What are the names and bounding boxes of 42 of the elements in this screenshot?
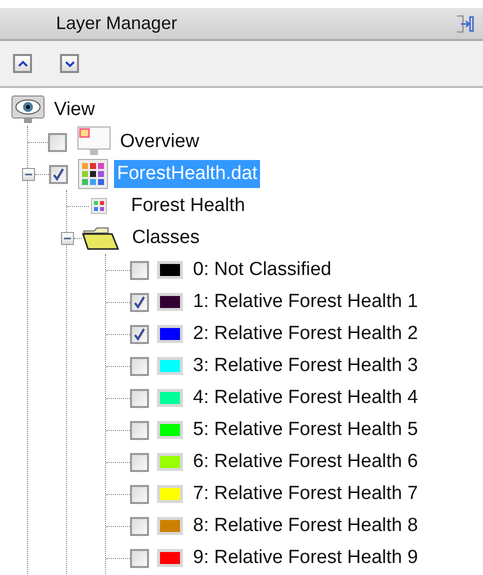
checkbox[interactable]	[48, 132, 67, 152]
collapse-icon[interactable]	[61, 232, 74, 244]
caret-up-icon	[18, 60, 28, 68]
check-icon	[52, 168, 65, 180]
layer-label[interactable]: 6: Relative Forest Health 6	[193, 448, 418, 476]
monitor-icon	[77, 126, 111, 158]
layer-label[interactable]: 1: Relative Forest Health 1	[193, 288, 418, 316]
check-icon	[133, 296, 146, 308]
layer-label[interactable]: 4: Relative Forest Health 4	[193, 384, 418, 412]
checkbox[interactable]	[130, 452, 149, 472]
dock-icon[interactable]	[455, 14, 475, 34]
layer-label[interactable]: Forest Health	[131, 192, 246, 220]
checkbox[interactable]	[130, 260, 149, 280]
layer-label[interactable]: Overview	[117, 128, 202, 156]
eye-monitor-icon	[10, 94, 46, 126]
check-icon	[133, 328, 146, 340]
layer-label[interactable]: 2: Relative Forest Health 2	[193, 320, 418, 348]
layer-label[interactable]: 9: Relative Forest Health 9	[193, 544, 418, 572]
layer-label[interactable]: 7: Relative Forest Health 7	[193, 480, 418, 508]
checkbox[interactable]	[130, 356, 149, 376]
layer-label[interactable]: 8: Relative Forest Health 8	[193, 512, 418, 540]
layer-label[interactable]: View	[54, 96, 95, 124]
panel-title: Layer Manager	[56, 12, 178, 35]
checkbox[interactable]	[130, 388, 149, 408]
color-grid-icon	[91, 198, 107, 214]
layer-label[interactable]: 5: Relative Forest Health 5	[193, 416, 418, 444]
checkbox[interactable]	[130, 420, 149, 440]
collapse-icon[interactable]	[22, 168, 35, 180]
move-up-button[interactable]	[13, 54, 32, 73]
checkbox[interactable]	[130, 548, 149, 568]
layer-label[interactable]: 3: Relative Forest Health 3	[193, 352, 418, 380]
color-grid-icon	[78, 159, 108, 189]
layer-label[interactable]: 0: Not Classified	[193, 256, 332, 284]
checkbox[interactable]	[49, 164, 68, 184]
checkbox[interactable]	[130, 484, 149, 504]
checkbox[interactable]	[130, 324, 149, 344]
checkbox[interactable]	[130, 292, 149, 312]
caret-down-icon	[64, 60, 74, 68]
layer-label[interactable]: Classes	[132, 224, 200, 252]
move-down-button[interactable]	[60, 54, 79, 73]
folder-icon	[82, 225, 120, 251]
checkbox[interactable]	[130, 516, 149, 536]
